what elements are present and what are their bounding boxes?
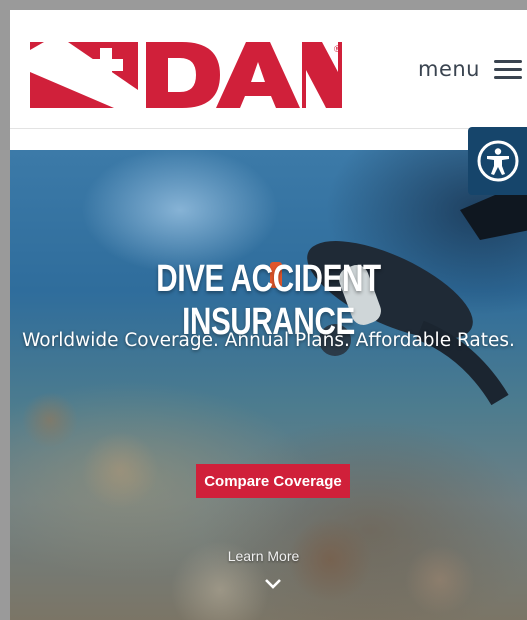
menu-button[interactable]: menu xyxy=(418,54,522,84)
site-header: ® menu xyxy=(10,10,527,129)
menu-label: menu xyxy=(418,57,480,81)
accessibility-button[interactable] xyxy=(468,127,527,195)
accessibility-icon xyxy=(477,140,518,182)
compare-coverage-button[interactable]: Compare Coverage xyxy=(196,464,350,498)
hamburger-icon xyxy=(494,55,522,84)
chevron-down-icon[interactable] xyxy=(264,578,282,590)
dan-logo[interactable]: ® xyxy=(30,42,342,108)
brand-wordmark xyxy=(146,42,342,108)
page-frame: ® menu DIVE ACCIDENT INSURANCE Worldwide… xyxy=(10,10,527,620)
learn-more-link[interactable]: Learn More xyxy=(10,548,527,564)
hero-banner: DIVE ACCIDENT INSURANCE Worldwide Covera… xyxy=(10,150,527,620)
registered-mark: ® xyxy=(334,44,341,54)
hero-subtitle: Worldwide Coverage. Annual Plans. Afford… xyxy=(22,330,515,351)
